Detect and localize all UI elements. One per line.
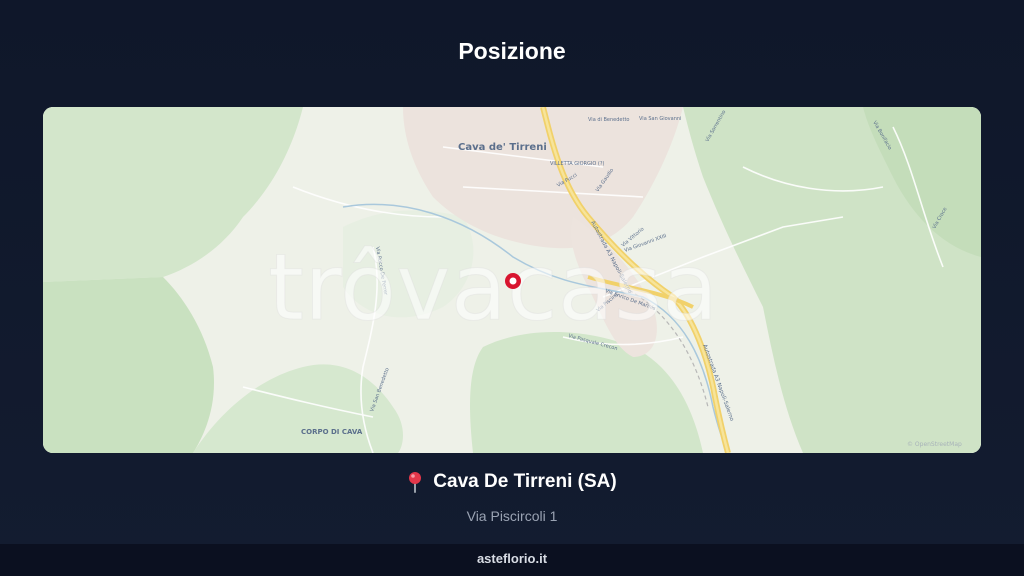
page: Posizione Cava de' Tirreni CORPO DI CAVA…: [0, 0, 1024, 576]
footer: asteflorio.it: [0, 544, 1024, 576]
map-label-frazione: CORPO DI CAVA: [301, 428, 363, 436]
map[interactable]: Cava de' Tirreni CORPO DI CAVA VILLETTA …: [43, 107, 981, 453]
location-info: Cava De Tirreni (SA) Via Piscircoli 1: [0, 471, 1024, 524]
map-canvas[interactable]: Cava de' Tirreni CORPO DI CAVA VILLETTA …: [43, 107, 981, 453]
map-label-city: Cava de' Tirreni: [458, 142, 547, 153]
location-title-row: Cava De Tirreni (SA): [407, 471, 617, 493]
watermark: trôvacasa: [268, 234, 718, 341]
footer-site[interactable]: asteflorio.it: [477, 551, 547, 566]
location-title: Cava De Tirreni (SA): [433, 471, 617, 492]
round-pushpin-icon: [407, 471, 422, 493]
map-marker-icon[interactable]: [505, 273, 521, 289]
map-label-villetta: VILLETTA GIORGIO (?): [550, 161, 605, 167]
page-title: Posizione: [458, 38, 566, 64]
map-label-via-san-giovanni: Via San Giovanni: [639, 116, 681, 122]
map-attribution: © OpenStreetMap: [907, 441, 962, 448]
location-address: Via Piscircoli 1: [466, 508, 558, 524]
map-label-via-di-benedetto: Via di Benedetto: [588, 117, 630, 123]
